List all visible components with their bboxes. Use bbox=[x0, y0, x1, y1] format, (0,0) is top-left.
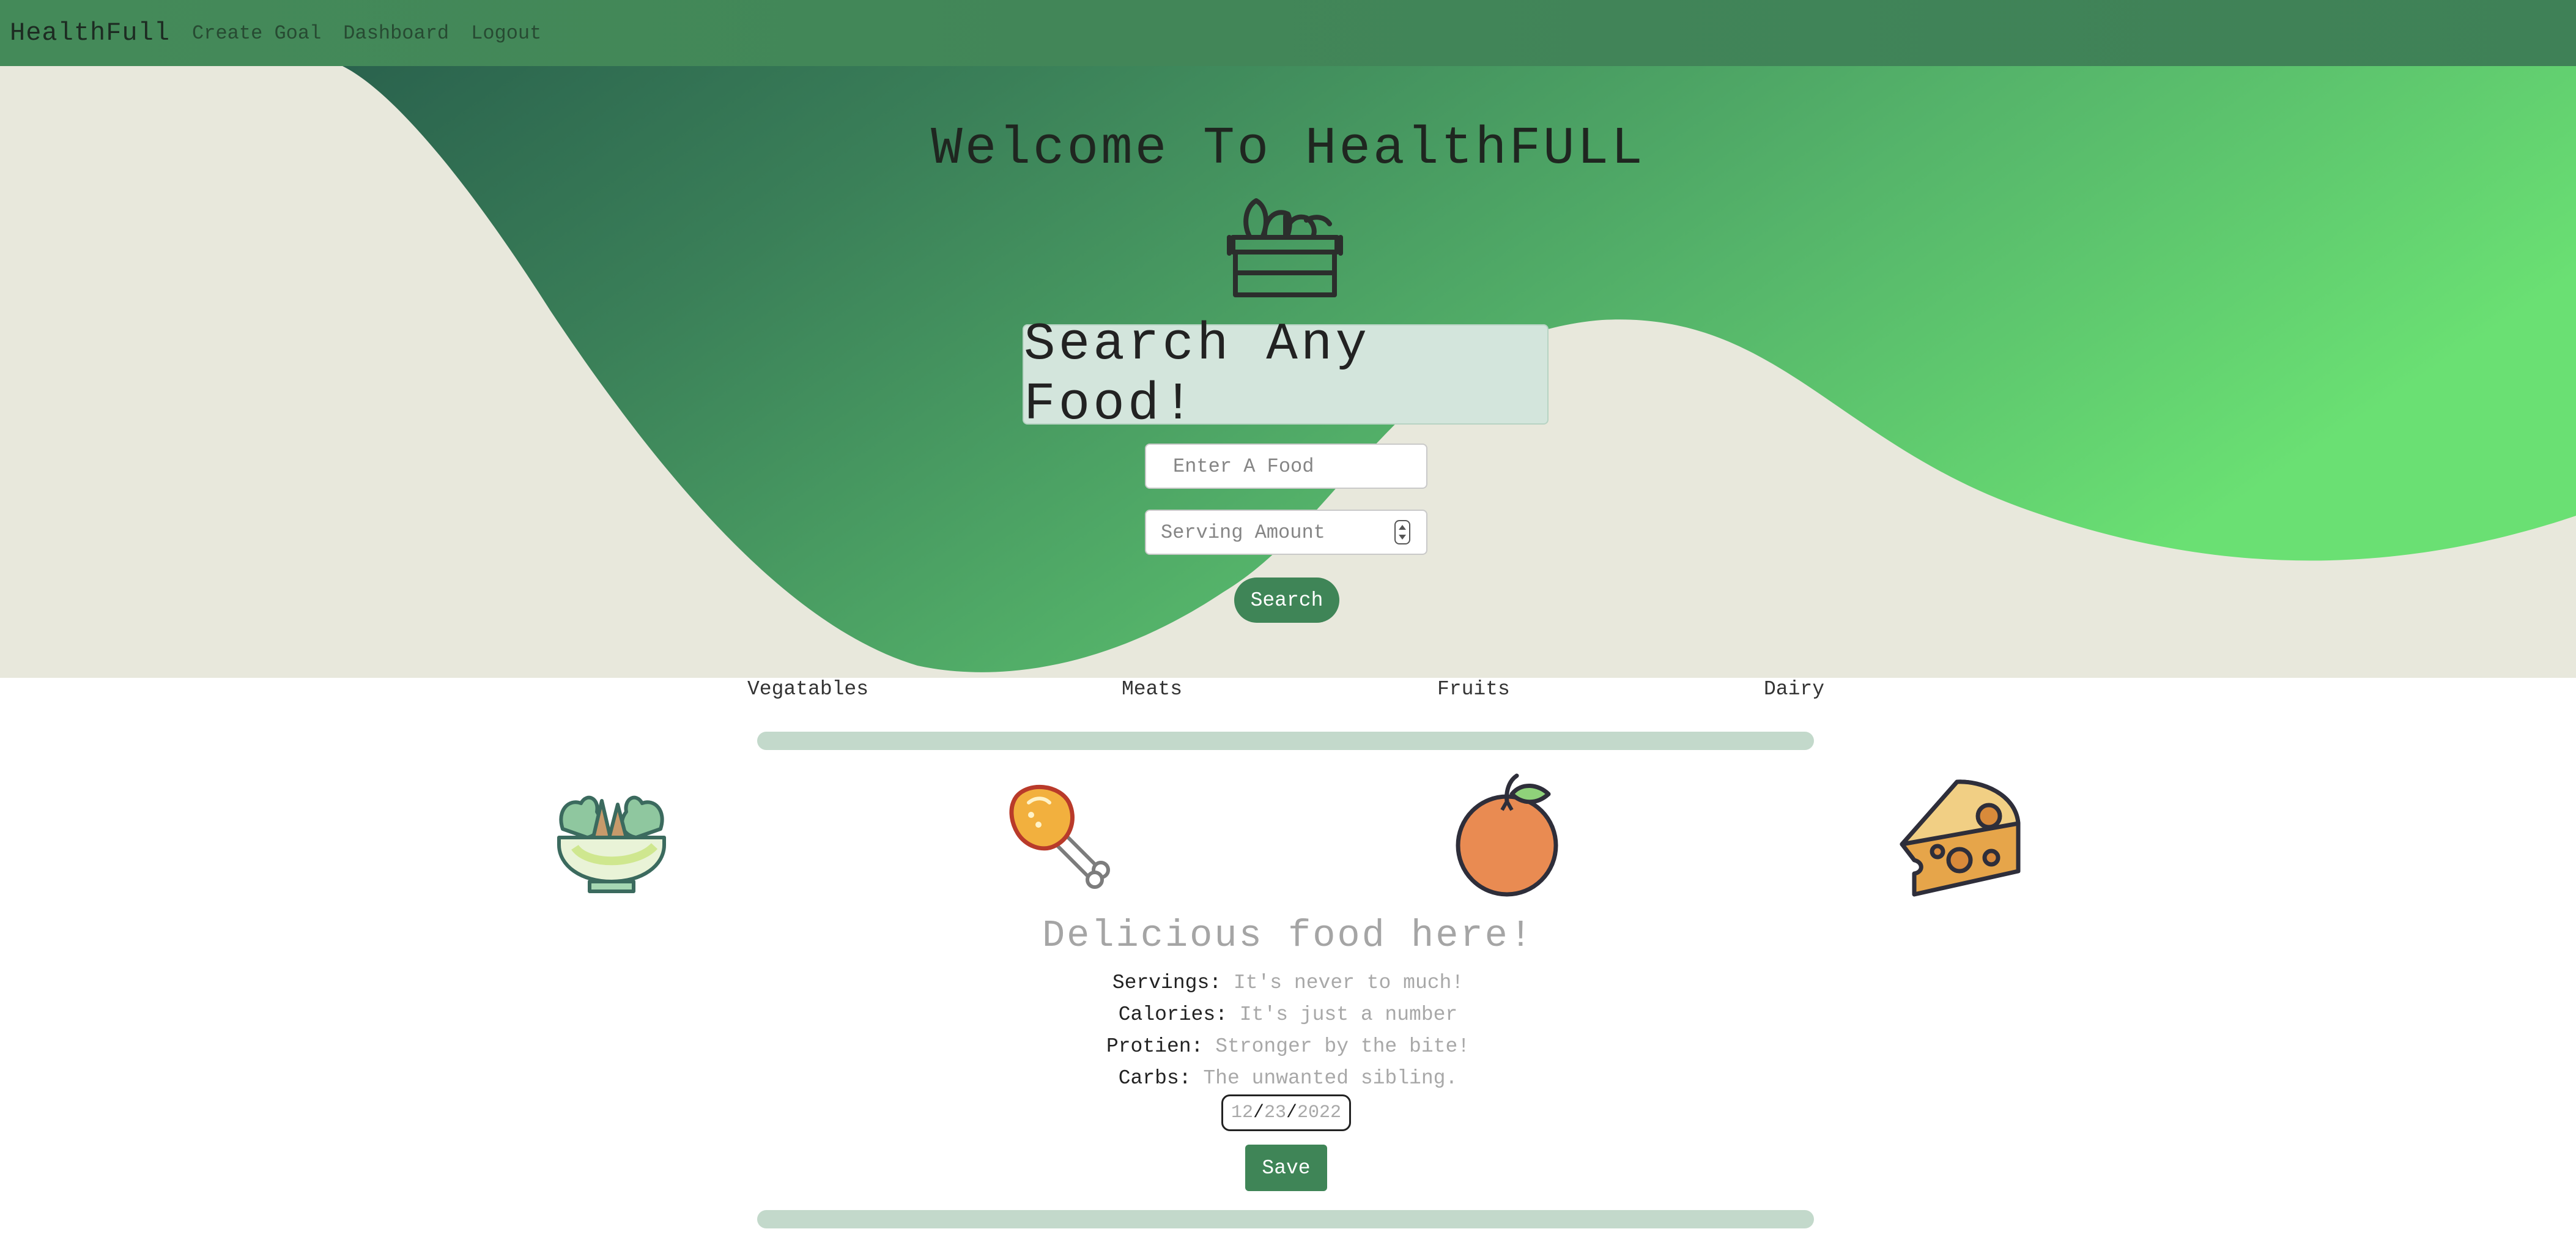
detail-row-servings: Servings: It's never to much! bbox=[0, 971, 2576, 994]
bottom-divider-bar bbox=[757, 1210, 1814, 1228]
detail-row-protein: Protien: Stronger by the bite! bbox=[0, 1035, 2576, 1058]
detail-value: The unwanted sibling. bbox=[1203, 1067, 1458, 1090]
drumstick-icon[interactable] bbox=[1004, 778, 1120, 894]
date-year[interactable]: 2022 bbox=[1297, 1102, 1341, 1123]
serving-stepper-icon[interactable] bbox=[1394, 520, 1410, 544]
salad-bowl-icon[interactable] bbox=[550, 774, 673, 896]
detail-value: It's just a number bbox=[1239, 1003, 1458, 1026]
date-input[interactable]: 12/23/2022 bbox=[1221, 1094, 1351, 1131]
top-divider-bar bbox=[757, 732, 1814, 750]
search-banner: Search Any Food! bbox=[1023, 314, 1549, 434]
food-details-title: Delicious food here! bbox=[1042, 914, 1534, 957]
save-button[interactable]: Save bbox=[1245, 1145, 1327, 1191]
navbar: HealthFull Create Goal Dashboard Logout bbox=[0, 0, 2576, 66]
category-label-meats[interactable]: Meats bbox=[1122, 678, 1182, 700]
nav-create-goal[interactable]: Create Goal bbox=[192, 22, 321, 45]
nav-dashboard[interactable]: Dashboard bbox=[343, 22, 449, 45]
detail-row-calories: Calories: It's just a number bbox=[0, 1003, 2576, 1026]
cheese-icon[interactable] bbox=[1896, 776, 2024, 898]
detail-label: Protien: bbox=[1106, 1035, 1204, 1058]
detail-label: Servings: bbox=[1112, 971, 1222, 994]
detail-label: Calories: bbox=[1118, 1003, 1227, 1026]
category-label-vegetables[interactable]: Vegatables bbox=[747, 678, 868, 700]
page-title: Welcome To HealthFULL bbox=[931, 119, 1645, 179]
date-month[interactable]: 12 bbox=[1231, 1102, 1253, 1123]
food-search-input[interactable] bbox=[1145, 444, 1427, 489]
nav-logout[interactable]: Logout bbox=[471, 22, 541, 45]
vegetable-crate-icon bbox=[1227, 198, 1343, 297]
date-day[interactable]: 23 bbox=[1264, 1102, 1286, 1123]
date-separator: / bbox=[1286, 1102, 1298, 1123]
date-separator: / bbox=[1253, 1102, 1264, 1123]
serving-amount-input[interactable] bbox=[1145, 510, 1427, 555]
category-label-dairy[interactable]: Dairy bbox=[1764, 678, 1824, 700]
hero-section: Welcome To HealthFULL Search Any Food! S… bbox=[0, 66, 2576, 678]
detail-value: Stronger by the bite! bbox=[1215, 1035, 1470, 1058]
orange-icon[interactable] bbox=[1451, 772, 1567, 901]
detail-row-carbs: Carbs: The unwanted sibling. bbox=[0, 1067, 2576, 1090]
detail-label: Carbs: bbox=[1118, 1067, 1191, 1090]
detail-value: It's never to much! bbox=[1233, 971, 1464, 994]
search-button[interactable]: Search bbox=[1234, 578, 1339, 623]
category-label-fruits[interactable]: Fruits bbox=[1437, 678, 1510, 700]
brand-link[interactable]: HealthFull bbox=[10, 18, 170, 48]
